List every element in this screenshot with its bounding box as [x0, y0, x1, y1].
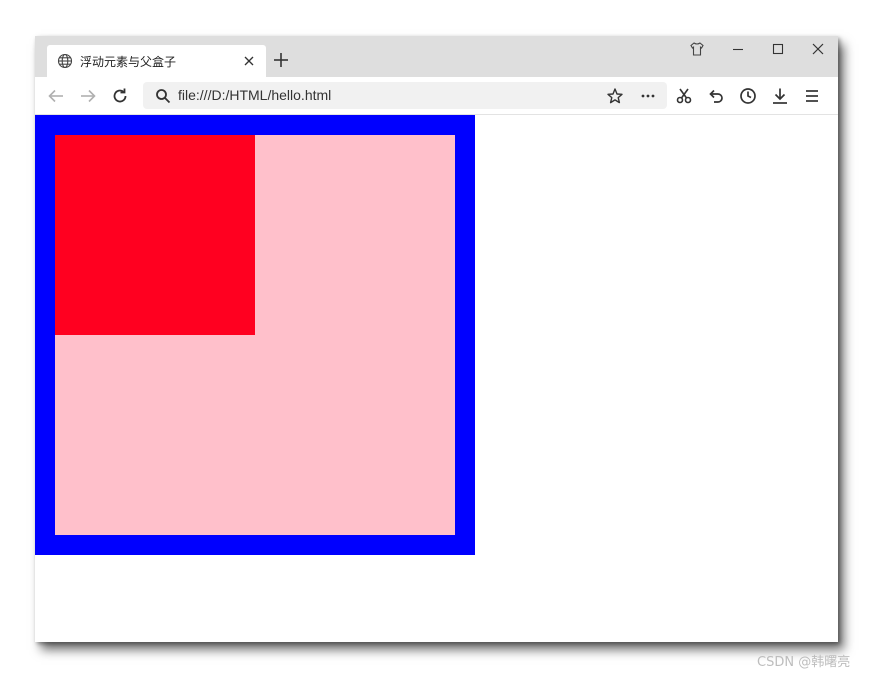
reload-icon[interactable]	[110, 86, 130, 106]
float-box	[55, 135, 255, 335]
address-bar[interactable]: file:///D:/HTML/hello.html	[143, 82, 667, 109]
scissors-icon[interactable]	[674, 86, 694, 106]
undo-icon[interactable]	[706, 86, 726, 106]
shirt-icon[interactable]	[689, 41, 705, 57]
watermark: CSDN @韩曙亮	[757, 655, 851, 670]
menu-icon[interactable]	[802, 86, 822, 106]
close-tab-icon[interactable]	[243, 55, 255, 67]
page-content	[35, 115, 838, 642]
minimize-icon[interactable]	[730, 41, 746, 57]
forward-icon[interactable]	[78, 86, 98, 106]
globe-icon	[57, 53, 73, 69]
navigation-toolbar: file:///D:/HTML/hello.html	[35, 77, 838, 115]
parent-box	[35, 115, 475, 555]
title-bar: 浮动元素与父盒子	[35, 36, 838, 77]
browser-window: 浮动元素与父盒子 file:///D:/HTML/hello.html	[35, 36, 838, 642]
history-icon[interactable]	[738, 86, 758, 106]
tab-title: 浮动元素与父盒子	[80, 55, 177, 69]
more-icon[interactable]	[639, 87, 657, 105]
url-text[interactable]: file:///D:/HTML/hello.html	[178, 87, 331, 103]
download-icon[interactable]	[770, 86, 790, 106]
star-icon[interactable]	[606, 87, 624, 105]
tab-active[interactable]: 浮动元素与父盒子	[47, 45, 266, 77]
back-icon[interactable]	[46, 86, 66, 106]
search-icon	[155, 88, 171, 104]
close-window-icon[interactable]	[810, 41, 826, 57]
maximize-icon[interactable]	[770, 41, 786, 57]
new-tab-icon[interactable]	[272, 51, 290, 69]
